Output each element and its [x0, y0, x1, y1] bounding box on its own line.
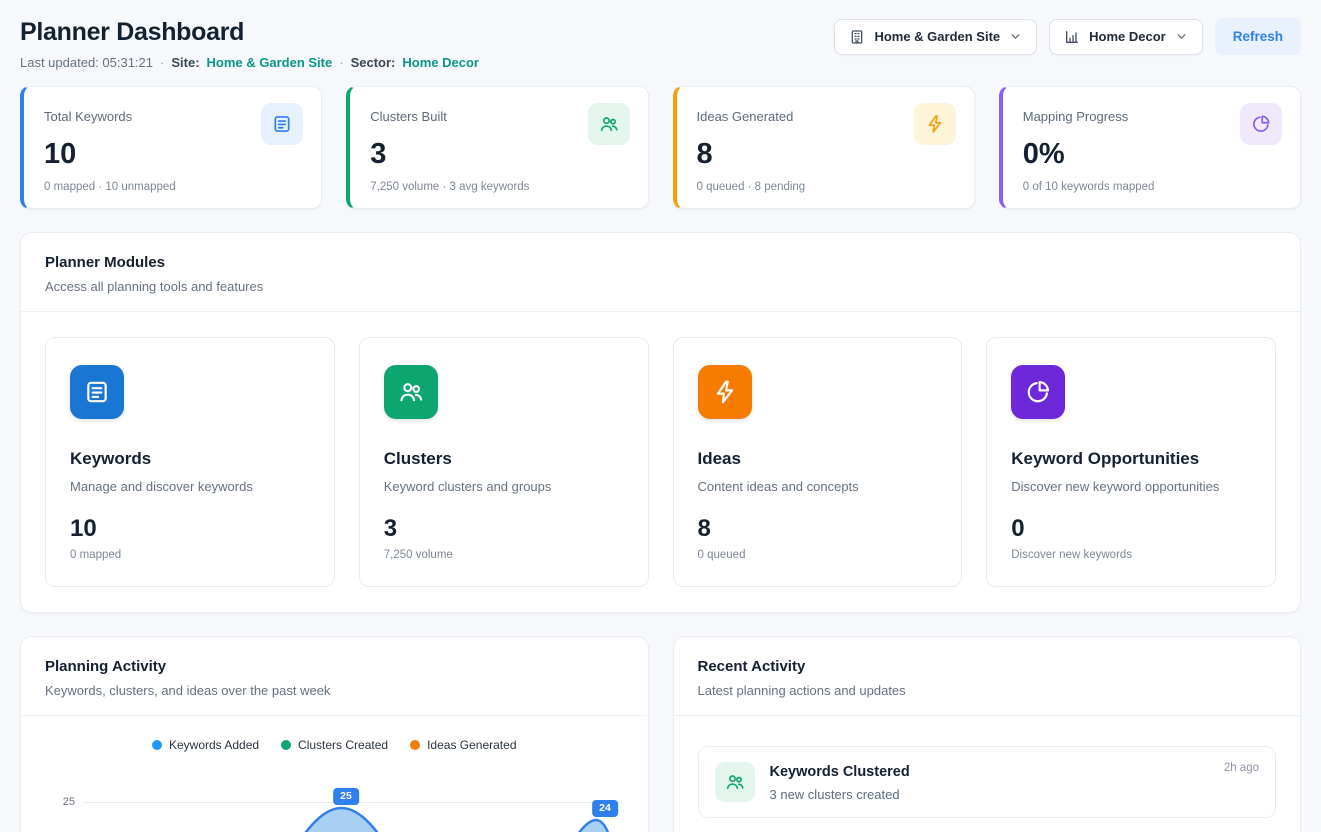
module-description: Discover new keyword opportunities	[1011, 479, 1251, 494]
page-title: Planner Dashboard	[20, 18, 479, 47]
header-left: Planner Dashboard Last updated: 05:31:21…	[20, 18, 479, 70]
module-title: Clusters	[384, 449, 624, 469]
stat-value: 3	[370, 138, 627, 171]
module-card-keywords[interactable]: Keywords Manage and discover keywords 10…	[45, 337, 335, 587]
data-point-label: 25	[333, 788, 359, 805]
module-value: 0	[1011, 515, 1251, 543]
site-selector-dropdown[interactable]: Home & Garden Site	[834, 19, 1037, 55]
module-value: 3	[384, 515, 624, 543]
legend-dot-blue	[152, 740, 162, 750]
panel-title: Planner Modules	[45, 254, 1276, 271]
document-icon	[70, 365, 124, 419]
site-link[interactable]: Home & Garden Site	[207, 55, 333, 70]
meta-separator: ·	[160, 55, 164, 70]
module-title: Keyword Opportunities	[1011, 449, 1251, 469]
module-description: Manage and discover keywords	[70, 479, 310, 494]
stat-card-total-keywords: Total Keywords 10 0 mapped · 10 unmapped	[20, 86, 322, 209]
pie-chart-icon	[1011, 365, 1065, 419]
panel-subtitle: Latest planning actions and updates	[698, 683, 1277, 698]
module-card-clusters[interactable]: Clusters Keyword clusters and groups 3 7…	[359, 337, 649, 587]
module-title: Ideas	[698, 449, 938, 469]
divider	[21, 715, 648, 716]
meta-line: Last updated: 05:31:21 · Site: Home & Ga…	[20, 55, 479, 70]
stat-card-ideas-generated: Ideas Generated 8 0 queued · 8 pending	[673, 86, 975, 209]
building-icon	[849, 29, 865, 45]
module-footnote: Discover new keywords	[1011, 549, 1251, 561]
planning-activity-chart: 25 25 24	[37, 770, 632, 832]
planning-activity-panel: Planning Activity Keywords, clusters, an…	[20, 636, 649, 832]
planner-dashboard-page: Planner Dashboard Last updated: 05:31:21…	[0, 0, 1321, 832]
chevron-down-icon	[1175, 30, 1188, 43]
legend-dot-orange	[410, 740, 420, 750]
sector-selector-dropdown[interactable]: Home Decor	[1049, 19, 1203, 55]
chart-legend: Keywords Added Clusters Created Ideas Ge…	[21, 738, 648, 752]
recent-activity-head: Recent Activity Latest planning actions …	[674, 637, 1301, 715]
legend-item-ideas-generated: Ideas Generated	[410, 738, 516, 752]
activity-item-keywords-clustered: Keywords Clustered 3 new clusters create…	[698, 746, 1277, 818]
sector-selector-value: Home Decor	[1089, 29, 1166, 44]
planner-modules-panel: Planner Modules Access all planning tool…	[20, 232, 1301, 613]
module-footnote: 0 queued	[698, 549, 938, 561]
stat-footnote: 7,250 volume · 3 avg keywords	[370, 181, 627, 193]
lightning-icon	[698, 365, 752, 419]
module-value: 8	[698, 515, 938, 543]
chevron-down-icon	[1009, 30, 1022, 43]
activity-list: Keywords Clustered 3 new clusters create…	[674, 716, 1301, 832]
bar-chart-icon	[1064, 29, 1080, 45]
bottom-row: Planning Activity Keywords, clusters, an…	[20, 613, 1301, 832]
users-icon	[715, 762, 755, 802]
module-footnote: 0 mapped	[70, 549, 310, 561]
users-icon	[384, 365, 438, 419]
last-updated-text: Last updated: 05:31:21	[20, 55, 153, 70]
legend-item-keywords-added: Keywords Added	[152, 738, 259, 752]
stat-value: 10	[44, 138, 301, 171]
header: Planner Dashboard Last updated: 05:31:21…	[20, 18, 1301, 70]
legend-label: Keywords Added	[169, 738, 259, 752]
module-value: 10	[70, 515, 310, 543]
refresh-button[interactable]: Refresh	[1215, 18, 1301, 55]
panel-subtitle: Keywords, clusters, and ideas over the p…	[45, 683, 624, 698]
y-axis-tick: 25	[37, 796, 75, 808]
planning-activity-head: Planning Activity Keywords, clusters, an…	[21, 637, 648, 715]
planner-modules-head: Planner Modules Access all planning tool…	[21, 233, 1300, 311]
stat-card-clusters-built: Clusters Built 3 7,250 volume · 3 avg ke…	[346, 86, 648, 209]
lightning-icon	[914, 103, 956, 145]
document-icon	[261, 103, 303, 145]
recent-activity-panel: Recent Activity Latest planning actions …	[673, 636, 1302, 832]
activity-text: Keywords Clustered 3 new clusters create…	[770, 762, 910, 802]
legend-item-clusters-created: Clusters Created	[281, 738, 388, 752]
users-icon	[588, 103, 630, 145]
stat-card-mapping-progress: Mapping Progress 0% 0 of 10 keywords map…	[999, 86, 1301, 209]
stat-footnote: 0 of 10 keywords mapped	[1023, 181, 1280, 193]
stat-footnote: 0 queued · 8 pending	[697, 181, 954, 193]
module-description: Keyword clusters and groups	[384, 479, 624, 494]
legend-label: Ideas Generated	[427, 738, 516, 752]
data-point-label: 24	[592, 800, 618, 817]
module-description: Content ideas and concepts	[698, 479, 938, 494]
site-selector-value: Home & Garden Site	[874, 29, 1000, 44]
header-controls: Home & Garden Site Home Decor Refresh	[834, 18, 1301, 55]
panel-title: Recent Activity	[698, 658, 1277, 675]
stat-footnote: 0 mapped · 10 unmapped	[44, 181, 301, 193]
panel-title: Planning Activity	[45, 658, 624, 675]
stats-row: Total Keywords 10 0 mapped · 10 unmapped…	[20, 86, 1301, 209]
legend-label: Clusters Created	[298, 738, 388, 752]
stat-value: 0%	[1023, 138, 1280, 171]
sector-link[interactable]: Home Decor	[402, 55, 479, 70]
module-title: Keywords	[70, 449, 310, 469]
legend-dot-green	[281, 740, 291, 750]
activity-description: 3 new clusters created	[770, 787, 910, 802]
activity-timestamp: 2h ago	[1224, 762, 1259, 774]
panel-subtitle: Access all planning tools and features	[45, 279, 1276, 294]
module-footnote: 7,250 volume	[384, 549, 624, 561]
stat-value: 8	[697, 138, 954, 171]
sector-label: Sector:	[351, 55, 396, 70]
site-label: Site:	[171, 55, 199, 70]
module-card-keyword-opportunities[interactable]: Keyword Opportunities Discover new keywo…	[986, 337, 1276, 587]
activity-title: Keywords Clustered	[770, 764, 910, 780]
pie-chart-icon	[1240, 103, 1282, 145]
modules-grid: Keywords Manage and discover keywords 10…	[21, 312, 1300, 612]
meta-separator: ·	[339, 55, 343, 70]
module-card-ideas[interactable]: Ideas Content ideas and concepts 8 0 que…	[673, 337, 963, 587]
